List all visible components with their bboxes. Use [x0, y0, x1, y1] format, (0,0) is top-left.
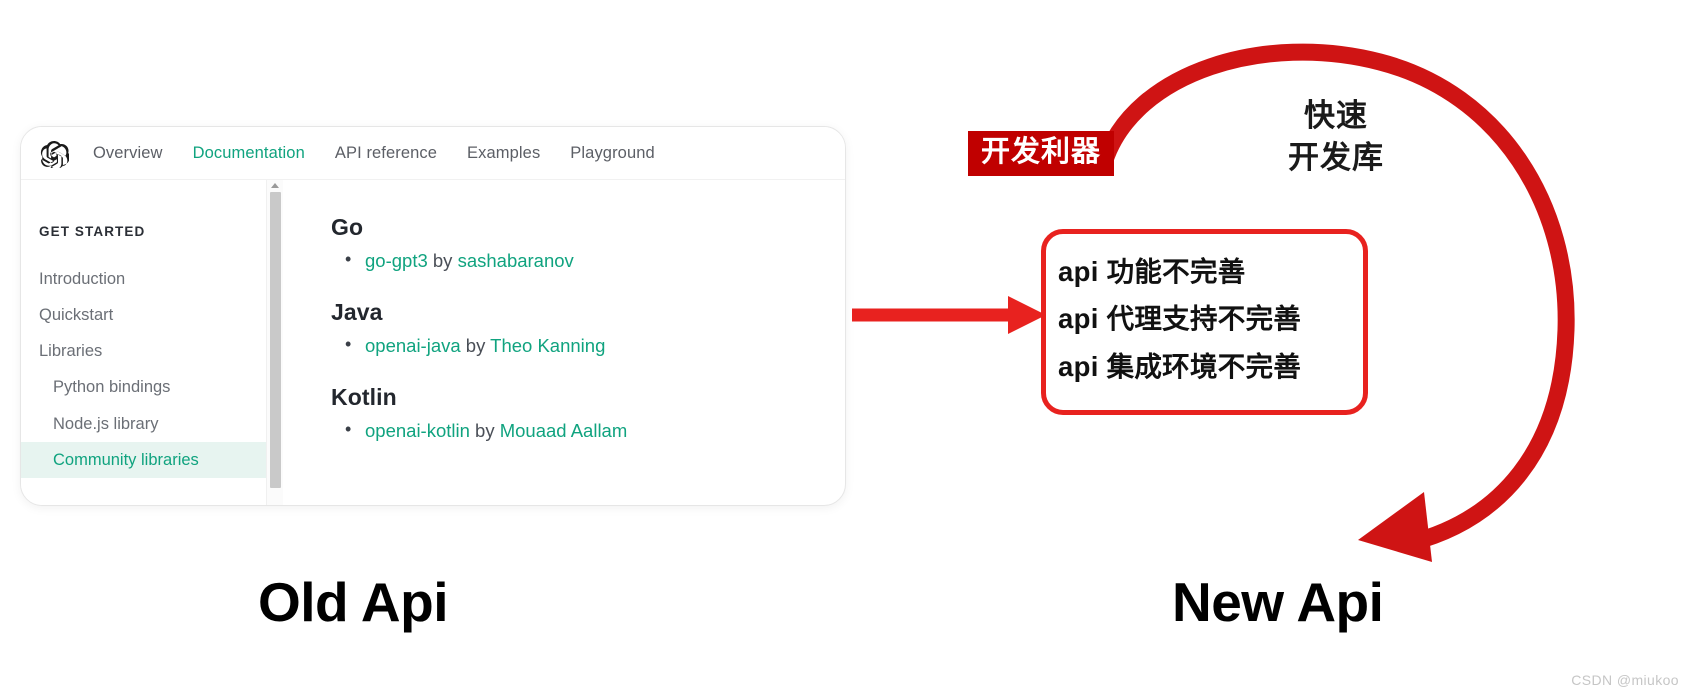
nav-documentation[interactable]: Documentation: [193, 144, 305, 163]
sidebar-item-libraries[interactable]: Libraries: [21, 333, 283, 369]
docs-main-content: Go go-gpt3 by sashabaranov Java openai-j…: [283, 180, 845, 505]
sidebar-item-quickstart[interactable]: Quickstart: [21, 297, 283, 333]
author-link-theo-kanning[interactable]: Theo Kanning: [490, 335, 605, 356]
api-issue-line-3: api 集成环境不完善: [1058, 350, 1302, 382]
by-label: by: [465, 334, 486, 356]
sidebar-item-introduction[interactable]: Introduction: [21, 261, 283, 297]
docs-navbar: Overview Documentation API reference Exa…: [21, 127, 845, 180]
annotated-illustration: Overview Documentation API reference Exa…: [0, 0, 1691, 694]
library-list-kotlin: openai-kotlin by Mouaad Aallam: [331, 416, 845, 445]
cycle-label-line1: 快速: [1304, 98, 1368, 133]
docs-content-area: GET STARTED Introduction Quickstart Libr…: [21, 180, 845, 505]
library-list-go: go-gpt3 by sashabaranov: [331, 246, 845, 275]
cycle-label-line2: 开发库: [1288, 139, 1384, 175]
scroll-up-arrow-icon[interactable]: [271, 183, 279, 188]
author-link-sashabaranov[interactable]: sashabaranov: [458, 250, 574, 271]
sidebar-item-python-bindings[interactable]: Python bindings: [21, 369, 283, 405]
library-link-openai-java[interactable]: openai-java: [365, 335, 461, 356]
sidebar-scrollbar[interactable]: [266, 180, 283, 505]
list-item: go-gpt3 by sashabaranov: [345, 246, 845, 275]
library-list-java: openai-java by Theo Kanning: [331, 331, 845, 360]
list-item: openai-kotlin by Mouaad Aallam: [345, 416, 845, 445]
nav-examples[interactable]: Examples: [467, 144, 540, 163]
library-link-openai-kotlin[interactable]: openai-kotlin: [365, 420, 470, 441]
dev-tool-badge: 开发利器: [968, 131, 1115, 177]
openai-docs-card: Overview Documentation API reference Exa…: [20, 126, 846, 506]
sidebar-item-community-libraries[interactable]: Community libraries: [21, 441, 283, 478]
sidebar-heading: GET STARTED: [39, 224, 146, 239]
by-label: by: [432, 250, 453, 271]
by-label: by: [475, 419, 495, 441]
caption-old-api: Old Api: [258, 571, 449, 633]
nav-api-reference[interactable]: API reference: [335, 144, 437, 163]
docs-sidebar: GET STARTED Introduction Quickstart Libr…: [21, 180, 283, 505]
watermark: CSDN @miukoo: [1571, 672, 1679, 688]
api-issue-line-1: api 功能不完善: [1058, 256, 1246, 287]
nav-overview[interactable]: Overview: [93, 144, 163, 163]
cycle-arrow-head: [1358, 492, 1432, 562]
nav-playground[interactable]: Playground: [570, 144, 654, 163]
caption-new-api: New Api: [1172, 571, 1384, 633]
library-link-go-gpt3[interactable]: go-gpt3: [365, 250, 428, 271]
author-link-mouaad-aallam[interactable]: Mouaad Aallam: [500, 420, 628, 441]
api-issues-box: api 功能不完善 api 代理支持不完善 api 集成环境不完善: [1041, 229, 1368, 415]
list-item: openai-java by Theo Kanning: [345, 331, 845, 360]
section-heading-kotlin: Kotlin: [331, 383, 397, 410]
cycle-label: 快速 开发库: [1288, 95, 1384, 179]
section-heading-java: Java: [331, 298, 383, 325]
sidebar-scrollbar-thumb[interactable]: [270, 192, 281, 488]
sidebar-item-nodejs-library[interactable]: Node.js library: [21, 406, 283, 442]
api-issue-line-2: api 代理支持不完善: [1058, 303, 1302, 335]
section-heading-go: Go: [331, 214, 364, 240]
openai-logo-icon: [40, 141, 69, 168]
